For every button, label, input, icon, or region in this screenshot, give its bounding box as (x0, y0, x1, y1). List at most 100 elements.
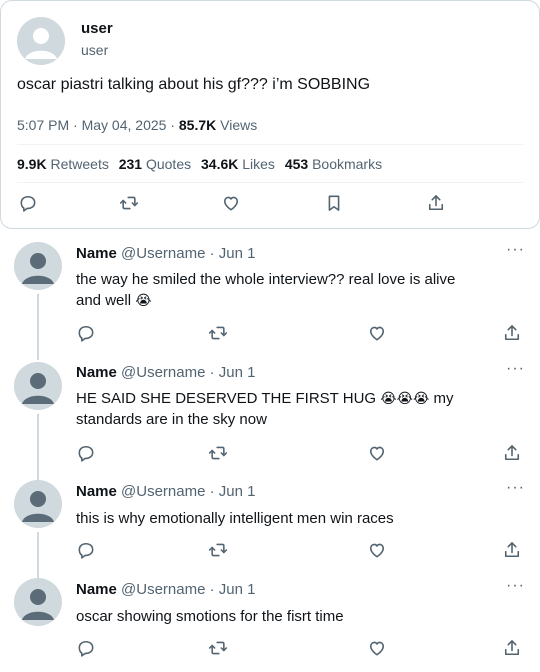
crying-emoji-icon: 😭 (135, 292, 152, 308)
reply-text: HE SAID SHE DESERVED THE FIRST HUG 😭😭😭 m… (76, 388, 516, 430)
user-avatar-icon (14, 242, 62, 290)
reply-text-line: standards are in the sky now (76, 411, 267, 428)
reply-header: Name @Username · Jun 1 (76, 581, 256, 598)
engagement-stats: 9.9K Retweets 231 Quotes 34.6K Likes 453… (17, 156, 388, 172)
reply-icon[interactable] (76, 540, 96, 560)
user-avatar-icon (14, 362, 62, 410)
reply-handle[interactable]: @Username (121, 245, 205, 262)
avatar[interactable] (17, 17, 65, 65)
reply-text: this is why emotionally intelligent men … (76, 508, 516, 529)
retweets-count: 9.9K (17, 156, 47, 172)
reply-text: oscar showing smotions for the fisrt tim… (76, 606, 516, 627)
reply-text-line: oscar showing smotions for the fisrt tim… (76, 608, 344, 625)
crying-emoji-icon: 😭😭😭 (380, 390, 430, 406)
tweet-time[interactable]: 5:07 PM (17, 117, 69, 133)
stat-bookmarks[interactable]: 453 Bookmarks (285, 156, 382, 172)
reply-display-name[interactable]: Name (76, 245, 117, 262)
reply-text-line: and well (76, 292, 132, 309)
reply-text-line: this is why emotionally intelligent men … (76, 510, 394, 527)
avatar[interactable] (14, 480, 62, 528)
reply-item[interactable]: Name @Username · Jun 1 ··· oscar showing… (0, 574, 540, 672)
views-label: Views (220, 117, 258, 133)
retweets-label: Retweets (50, 156, 109, 172)
more-options-icon[interactable]: ··· (506, 241, 525, 259)
reply-icon[interactable] (76, 638, 96, 658)
reply-actions (0, 443, 540, 465)
more-options-icon[interactable]: ··· (506, 577, 525, 595)
retweet-icon[interactable] (208, 323, 228, 343)
stat-likes[interactable]: 34.6K Likes (201, 156, 275, 172)
retweet-icon[interactable] (208, 638, 228, 658)
reply-item[interactable]: Name @Username · Jun 1 ··· HE SAID SHE D… (0, 356, 540, 480)
divider (17, 144, 523, 145)
share-icon[interactable] (502, 638, 522, 658)
avatar[interactable] (14, 242, 62, 290)
reply-display-name[interactable]: Name (76, 483, 117, 500)
tweet-date[interactable]: May 04, 2025 (82, 117, 167, 133)
reply-item[interactable]: Name @Username · Jun 1 ··· this is why e… (0, 476, 540, 578)
tweet-actions (1, 193, 540, 217)
reply-date[interactable]: Jun 1 (219, 245, 256, 262)
retweet-icon[interactable] (119, 193, 141, 215)
reply-actions (0, 638, 540, 660)
more-options-icon[interactable]: ··· (506, 479, 525, 497)
meta-separator: · (170, 117, 179, 133)
main-tweet-card: user user oscar piastri talking about hi… (0, 0, 540, 229)
user-handle[interactable]: user (81, 42, 108, 58)
meta-separator: · (73, 117, 82, 133)
bookmark-icon[interactable] (324, 193, 346, 215)
reply-header: Name @Username · Jun 1 (76, 245, 256, 262)
reply-date[interactable]: Jun 1 (219, 364, 256, 381)
reply-handle[interactable]: @Username (121, 483, 205, 500)
reply-text: the way he smiled the whole interview?? … (76, 269, 516, 311)
reply-icon[interactable] (18, 193, 40, 215)
like-icon[interactable] (367, 323, 387, 343)
reply-display-name[interactable]: Name (76, 581, 117, 598)
separator: · (209, 245, 215, 262)
tweet-meta: 5:07 PM · May 04, 2025 · 85.7K Views (17, 117, 257, 133)
reply-header: Name @Username · Jun 1 (76, 364, 256, 381)
reply-handle[interactable]: @Username (121, 581, 205, 598)
display-name[interactable]: user (81, 20, 113, 37)
reply-date[interactable]: Jun 1 (219, 581, 256, 598)
reply-icon[interactable] (76, 323, 96, 343)
user-avatar-icon (17, 17, 65, 65)
like-icon[interactable] (367, 443, 387, 463)
divider (17, 182, 523, 183)
share-icon[interactable] (502, 323, 522, 343)
stat-retweets[interactable]: 9.9K Retweets (17, 156, 109, 172)
reply-handle[interactable]: @Username (121, 364, 205, 381)
tweet-text: oscar piastri talking about his gf??? i’… (17, 76, 371, 93)
reply-date[interactable]: Jun 1 (219, 483, 256, 500)
like-icon[interactable] (367, 638, 387, 658)
retweet-icon[interactable] (208, 443, 228, 463)
reply-icon[interactable] (76, 443, 96, 463)
avatar[interactable] (14, 578, 62, 626)
likes-label: Likes (242, 156, 275, 172)
share-icon[interactable] (426, 193, 448, 215)
quotes-count: 231 (118, 156, 143, 172)
bookmarks-count: 453 (284, 156, 309, 172)
separator: · (209, 581, 215, 598)
user-avatar-icon (14, 578, 62, 626)
reply-text-line: HE SAID SHE DESERVED THE FIRST HUG (76, 390, 377, 407)
share-icon[interactable] (502, 540, 522, 560)
like-icon[interactable] (367, 540, 387, 560)
reply-item[interactable]: Name @Username · Jun 1 ··· the way he sm… (0, 236, 540, 360)
user-avatar-icon (14, 480, 62, 528)
stat-quotes[interactable]: 231 Quotes (119, 156, 191, 172)
like-icon[interactable] (221, 193, 243, 215)
avatar[interactable] (14, 362, 62, 410)
share-icon[interactable] (502, 443, 522, 463)
reply-display-name[interactable]: Name (76, 364, 117, 381)
bookmarks-label: Bookmarks (312, 156, 383, 172)
separator: · (209, 483, 215, 500)
more-options-icon[interactable]: ··· (506, 360, 525, 378)
retweet-icon[interactable] (208, 540, 228, 560)
separator: · (209, 364, 215, 381)
reply-actions (0, 540, 540, 562)
reply-text-line: my (433, 390, 454, 407)
quotes-label: Quotes (145, 156, 192, 172)
views-count: 85.7K (178, 117, 217, 133)
reply-text-line: the way he smiled the whole interview?? … (76, 271, 456, 288)
